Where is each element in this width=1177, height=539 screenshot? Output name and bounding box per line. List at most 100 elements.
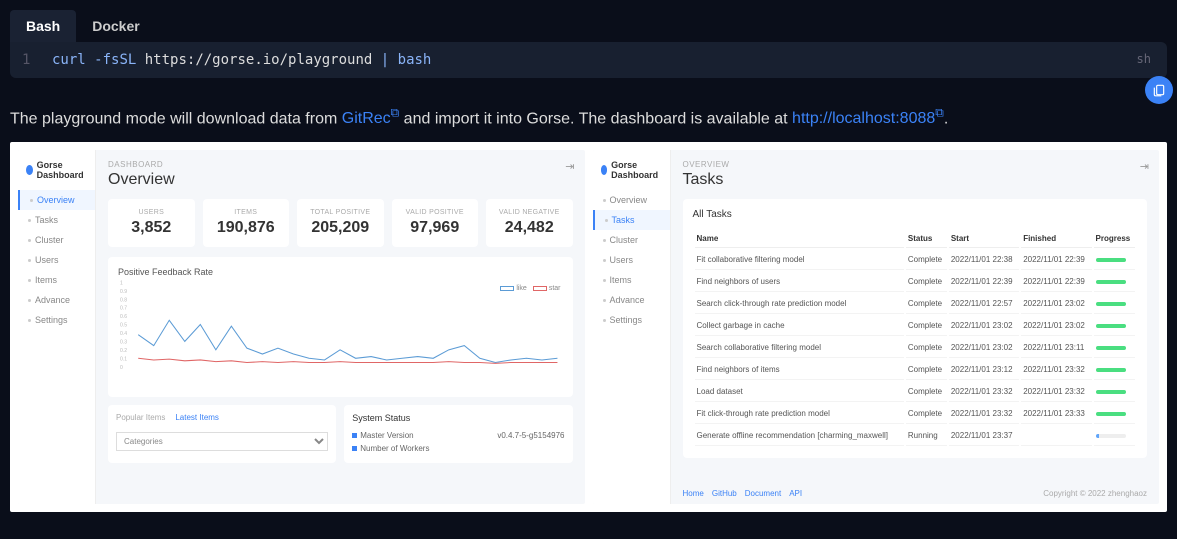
table-row: Search collaborative filtering model Com… xyxy=(695,338,1136,358)
code-content: curl -fsSL https://gorse.io/playground |… xyxy=(52,52,431,68)
stat-card: VALID NEGATIVE 24,482 xyxy=(486,199,573,247)
sidebar-item-tasks[interactable]: Tasks xyxy=(593,210,670,230)
svg-text:0.7: 0.7 xyxy=(120,306,127,312)
footer-link[interactable]: Document xyxy=(745,489,781,498)
task-start: 2022/11/01 22:39 xyxy=(949,272,1019,292)
task-name: Generate offline recommendation [charmin… xyxy=(695,426,904,446)
task-start: 2022/11/01 23:02 xyxy=(949,316,1019,336)
svg-text:1: 1 xyxy=(120,281,123,287)
feedback-chart: 00.10.20.30.40.50.60.70.80.91 xyxy=(118,277,563,372)
sidebar-item-items[interactable]: Items xyxy=(593,270,670,290)
stat-label: ITEMS xyxy=(209,209,284,216)
page-title: Overview xyxy=(108,171,573,189)
sidebar-item-advance[interactable]: Advance xyxy=(18,290,95,310)
tab-latest-items[interactable]: Latest Items xyxy=(175,411,219,424)
tab-docker[interactable]: Docker xyxy=(76,10,155,42)
external-link-icon: ⧉ xyxy=(391,106,400,120)
footer-link[interactable]: GitHub xyxy=(712,489,737,498)
tasks-table: Name Status Start Finished Progress Fit … xyxy=(693,228,1138,448)
breadcrumb: DASHBOARD xyxy=(108,160,573,169)
tasks-subtitle: All Tasks xyxy=(693,209,1138,220)
breadcrumb: OVERVIEW xyxy=(683,160,1148,169)
task-status: Complete xyxy=(906,404,947,424)
task-name: Search collaborative filtering model xyxy=(695,338,904,358)
task-finished: 2022/11/01 22:39 xyxy=(1021,250,1091,270)
code-language-label: sh xyxy=(1137,52,1151,66)
logout-icon[interactable]: ⇥ xyxy=(1140,160,1149,173)
categories-select[interactable]: Categories xyxy=(116,432,328,451)
sidebar-item-settings[interactable]: Settings xyxy=(593,310,670,330)
sidebar-item-items[interactable]: Items xyxy=(18,270,95,290)
task-status: Complete xyxy=(906,360,947,380)
svg-text:0.2: 0.2 xyxy=(120,348,127,354)
tab-popular-items[interactable]: Popular Items xyxy=(116,411,165,424)
external-link-icon: ⧉ xyxy=(935,106,944,120)
sidebar-item-tasks[interactable]: Tasks xyxy=(18,210,95,230)
table-row: Generate offline recommendation [charmin… xyxy=(695,426,1136,446)
task-finished: 2022/11/01 23:32 xyxy=(1021,382,1091,402)
task-status: Complete xyxy=(906,272,947,292)
footer-link[interactable]: API xyxy=(789,489,802,498)
table-row: Fit collaborative filtering model Comple… xyxy=(695,250,1136,270)
svg-text:0.6: 0.6 xyxy=(120,314,127,320)
sidebar-item-users[interactable]: Users xyxy=(593,250,670,270)
task-progress xyxy=(1094,250,1135,270)
task-status: Complete xyxy=(906,250,947,270)
sidebar-item-users[interactable]: Users xyxy=(18,250,95,270)
stat-value: 97,969 xyxy=(398,219,473,237)
stat-card: USERS 3,852 xyxy=(108,199,195,247)
task-finished: 2022/11/01 22:39 xyxy=(1021,272,1091,292)
system-status-title: System Status xyxy=(352,413,564,423)
gitrec-link[interactable]: GitRec⧉ xyxy=(342,110,399,127)
localhost-link[interactable]: http://localhost:8088⧉ xyxy=(792,110,944,127)
svg-text:0.3: 0.3 xyxy=(120,340,127,346)
svg-text:0.8: 0.8 xyxy=(120,298,127,304)
stats-row: USERS 3,852 ITEMS 190,876 TOTAL POSITIVE… xyxy=(108,199,573,247)
logo: Gorse Dashboard xyxy=(18,156,95,190)
overview-screenshot: Gorse Dashboard Overview Tasks Cluster U… xyxy=(18,150,585,504)
task-progress xyxy=(1094,338,1135,358)
sidebar: Gorse Dashboard Overview Tasks Cluster U… xyxy=(18,150,96,504)
task-name: Load dataset xyxy=(695,382,904,402)
stat-label: VALID NEGATIVE xyxy=(492,209,567,216)
task-name: Find neighbors of items xyxy=(695,360,904,380)
table-row: Find neighbors of items Complete 2022/11… xyxy=(695,360,1136,380)
sidebar-item-overview[interactable]: Overview xyxy=(18,190,95,210)
logout-icon[interactable]: ⇥ xyxy=(565,160,574,173)
chart-title: Positive Feedback Rate xyxy=(118,267,563,277)
overview-main: ⇥ DASHBOARD Overview USERS 3,852 ITEMS 1… xyxy=(96,150,585,504)
copy-button[interactable] xyxy=(1145,76,1173,104)
task-start: 2022/11/01 23:37 xyxy=(949,426,1019,446)
task-name: Search click-through rate prediction mod… xyxy=(695,294,904,314)
footer-link[interactable]: Home xyxy=(683,489,704,498)
task-finished: 2022/11/01 23:32 xyxy=(1021,360,1091,380)
table-row: Collect garbage in cache Complete 2022/1… xyxy=(695,316,1136,336)
sidebar-item-cluster[interactable]: Cluster xyxy=(593,230,670,250)
task-progress xyxy=(1094,316,1135,336)
task-start: 2022/11/01 22:38 xyxy=(949,250,1019,270)
svg-text:0: 0 xyxy=(120,365,123,371)
svg-text:0.1: 0.1 xyxy=(120,357,127,363)
page-title: Tasks xyxy=(683,171,1148,189)
system-status-card: System Status Master Versionv0.4.7-5-g51… xyxy=(344,405,572,463)
sidebar-item-advance[interactable]: Advance xyxy=(593,290,670,310)
task-progress xyxy=(1094,426,1135,446)
stat-label: USERS xyxy=(114,209,189,216)
sidebar-item-cluster[interactable]: Cluster xyxy=(18,230,95,250)
col-progress: Progress xyxy=(1094,230,1135,248)
sidebar-item-overview[interactable]: Overview xyxy=(593,190,670,210)
task-start: 2022/11/01 22:57 xyxy=(949,294,1019,314)
sidebar-item-settings[interactable]: Settings xyxy=(18,310,95,330)
task-name: Find neighbors of users xyxy=(695,272,904,292)
tasks-card: All Tasks Name Status Start Finished Pro… xyxy=(683,199,1148,458)
table-row: Load dataset Complete 2022/11/01 23:32 2… xyxy=(695,382,1136,402)
tab-bash[interactable]: Bash xyxy=(10,10,76,42)
task-finished: 2022/11/01 23:11 xyxy=(1021,338,1091,358)
task-status: Complete xyxy=(906,316,947,336)
feedback-chart-card: Positive Feedback Rate like star 00.10.2… xyxy=(108,257,573,397)
task-progress xyxy=(1094,360,1135,380)
stat-card: ITEMS 190,876 xyxy=(203,199,290,247)
stat-value: 205,209 xyxy=(303,219,378,237)
line-number: 1 xyxy=(22,52,32,68)
task-progress xyxy=(1094,404,1135,424)
